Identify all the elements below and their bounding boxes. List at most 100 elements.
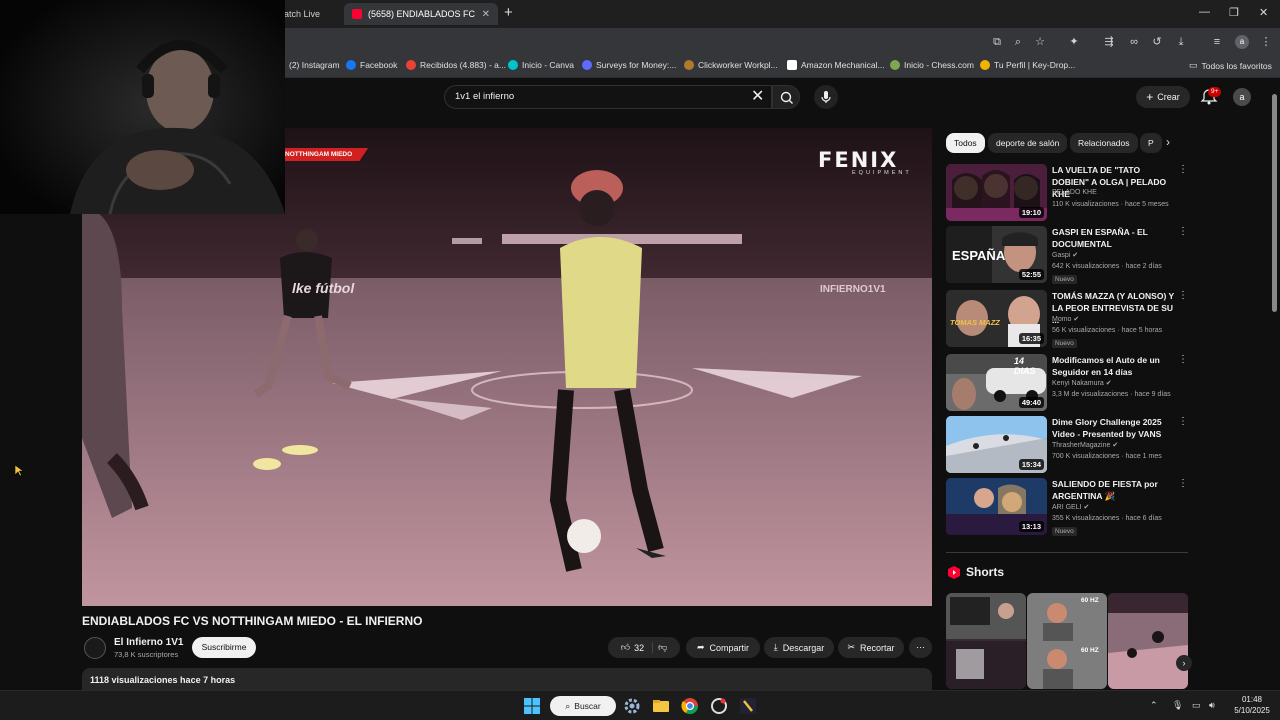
history-icon[interactable]: ↺ — [1150, 35, 1164, 49]
tab-label: (5658) ENDIABLADOS FC V — [368, 9, 476, 19]
clear-search-icon[interactable]: ✕ — [751, 87, 764, 107]
thumbs-down-icon[interactable]: 👎︎ — [658, 642, 667, 653]
short-overlay-label: 60 HZ — [1081, 647, 1099, 654]
thumbs-up-icon: 👍︎ — [620, 642, 631, 652]
extensions-icon[interactable]: ✦ — [1067, 35, 1081, 49]
more-vertical-icon[interactable]: ⋮ — [1178, 164, 1188, 175]
like-button[interactable]: 👍︎ 32 — [620, 642, 654, 653]
chevron-right-icon[interactable]: › — [1176, 655, 1192, 671]
notification-count-badge: 9+ — [1208, 87, 1222, 97]
bookmark-chess[interactable]: Inicio - Chess.com — [890, 60, 974, 70]
recommendation-channel: ThrasherMagazine ✔ — [1052, 441, 1118, 449]
clip-button[interactable]: ✂ Recortar — [838, 637, 904, 658]
recommendation-channel: Kenyi Nakamura ✔ — [1052, 379, 1112, 387]
description-box[interactable]: 1118 visualizaciones hace 7 horas — [82, 668, 932, 690]
minimize-icon[interactable]: — — [1199, 6, 1210, 18]
windows-taskbar: ⌕ Buscar ⌃ 🎙︎ ▭ 🔊︎ 01:48 5/10/2025 — [0, 690, 1280, 720]
tab-youtube-video[interactable]: (5658) ENDIABLADOS FC V ✕ — [344, 3, 498, 25]
system-clock[interactable]: 01:48 5/10/2025 — [1232, 694, 1272, 716]
chip-related[interactable]: Relacionados — [1070, 133, 1138, 153]
chip-deporte-de-salon[interactable]: deporte de salón — [988, 133, 1068, 153]
account-avatar[interactable]: a — [1233, 88, 1251, 106]
close-window-icon[interactable]: ✕ — [1259, 6, 1268, 19]
recommendation-item[interactable]: 15:34 Dime Glory Challenge 2025 Video - … — [946, 416, 1190, 474]
page-scrollbar[interactable] — [1270, 84, 1278, 688]
bookmark-star-icon[interactable]: ☆ — [1033, 35, 1047, 49]
settings-gear-icon[interactable] — [623, 697, 641, 715]
bookmark-gmail[interactable]: Recibidos (4.883) - a... — [406, 60, 506, 70]
scissors-icon: ✂ — [847, 642, 856, 652]
youtube-favicon-icon — [352, 9, 362, 19]
file-explorer-icon[interactable] — [652, 697, 670, 715]
short-item[interactable]: 60 HZ 60 HZ — [1027, 593, 1107, 689]
all-bookmarks-folder[interactable]: ▭ Todos los favoritos — [1189, 60, 1272, 71]
recommendation-item[interactable]: 14 DIAS 49:40 Modificamos el Auto de un … — [946, 354, 1190, 412]
more-actions-button[interactable]: ⋯ — [909, 637, 932, 658]
browser-menu-icon[interactable]: ⋮ — [1259, 35, 1273, 49]
chrome-icon[interactable] — [681, 697, 699, 715]
channel-avatar[interactable] — [84, 637, 106, 659]
short-item[interactable] — [1108, 593, 1188, 689]
bookmark-keydrop[interactable]: Tu Perfil | Key-Drop... — [980, 60, 1075, 70]
more-vertical-icon[interactable]: ⋮ — [1178, 290, 1188, 301]
bookmark-mturk[interactable]: Amazon Mechanical... — [787, 60, 885, 70]
search-icon — [780, 91, 793, 104]
bookmark-surveys[interactable]: Surveys for Money:... — [582, 60, 676, 70]
taskbar-search[interactable]: ⌕ Buscar — [550, 696, 616, 716]
gmail-icon — [406, 60, 416, 70]
install-app-icon[interactable]: ⧉ — [990, 35, 1004, 49]
more-vertical-icon[interactable]: ⋮ — [1178, 354, 1188, 365]
create-button[interactable]: + Crear — [1136, 86, 1190, 108]
more-vertical-icon[interactable]: ⋮ — [1178, 226, 1188, 237]
bookmark-clickworker[interactable]: Clickworker Workpl... — [684, 60, 778, 70]
short-item[interactable] — [946, 593, 1026, 689]
tab-stream[interactable]: atch Live — [276, 3, 342, 25]
more-vertical-icon[interactable]: ⋮ — [1178, 416, 1188, 427]
downloads-icon[interactable]: ⤓ — [1174, 35, 1188, 49]
windows-start-icon[interactable] — [524, 698, 540, 714]
chip-more[interactable]: P — [1140, 133, 1162, 153]
close-tab-icon[interactable]: ✕ — [482, 9, 490, 20]
thumbnail-text: ESPAÑA — [952, 248, 1006, 263]
network-icon[interactable]: ▭ — [1192, 700, 1201, 711]
zoom-icon[interactable]: ⌕ — [1011, 35, 1025, 49]
bookmark-canva[interactable]: Inicio - Canva — [508, 60, 574, 70]
bookmark-instagram[interactable]: (2) Instagram — [289, 60, 340, 70]
scrollbar-thumb[interactable] — [1272, 94, 1277, 312]
extension-icon[interactable]: ⇶ — [1102, 35, 1116, 49]
volume-icon[interactable]: 🔊︎ — [1209, 700, 1215, 711]
verified-badge-icon: ✔ — [1083, 504, 1090, 511]
video-thumbnail: 14 DIAS 49:40 — [946, 354, 1047, 411]
app-icon[interactable] — [710, 697, 728, 715]
recommendation-item[interactable]: 19:10 LA VUELTA DE "TATO DOBIEN" A OLGA … — [946, 164, 1190, 222]
channel-label: Gaspi — [1052, 252, 1071, 259]
restore-icon[interactable]: ❐ — [1229, 6, 1239, 19]
recommendation-item[interactable]: ESPAÑA 52:55 GASPI EN ESPAÑA - EL DOCUME… — [946, 226, 1190, 284]
bookmark-facebook[interactable]: Facebook — [346, 60, 397, 70]
extension-mask-icon[interactable]: ∞ — [1127, 35, 1141, 49]
chevron-right-icon[interactable]: › — [1166, 135, 1170, 149]
media-controls-icon[interactable]: ≡ — [1210, 35, 1224, 49]
search-box[interactable]: 1v1 el infierno ✕ — [444, 85, 772, 109]
recommendation-channel: Momo ✔ — [1052, 315, 1079, 323]
channel-name[interactable]: El Infierno 1V1 — [114, 637, 183, 648]
short-thumbnail — [946, 593, 1026, 689]
search-input[interactable]: 1v1 el infierno — [455, 91, 514, 102]
app-icon[interactable] — [739, 697, 757, 715]
share-button[interactable]: ➦ Compartir — [686, 637, 760, 658]
tray-overflow-icon[interactable]: ⌃ — [1150, 700, 1158, 711]
verified-badge-icon: ✔ — [1105, 380, 1112, 387]
subscribe-button[interactable]: Suscribirme — [192, 637, 256, 658]
recommendation-item[interactable]: TOMAS MAZZ 16:35 TOMÁS MAZZA (Y ALONSO) … — [946, 290, 1190, 348]
chip-all[interactable]: Todos — [946, 133, 985, 153]
download-button[interactable]: ⤓ Descargar — [764, 637, 834, 658]
recommendation-item[interactable]: 13:13 SALIENDO DE FIESTA por ARGENTINA 🎉… — [946, 478, 1190, 536]
video-thumbnail: 15:34 — [946, 416, 1047, 473]
browser-profile-avatar[interactable]: a — [1235, 35, 1249, 49]
more-vertical-icon[interactable]: ⋮ — [1178, 478, 1188, 489]
microphone-icon[interactable]: 🎙︎ — [1172, 700, 1183, 711]
new-tab-button[interactable]: + — [504, 4, 513, 22]
tab-label: atch Live — [284, 9, 321, 19]
search-button[interactable] — [772, 85, 800, 109]
voice-search-button[interactable] — [814, 85, 838, 109]
